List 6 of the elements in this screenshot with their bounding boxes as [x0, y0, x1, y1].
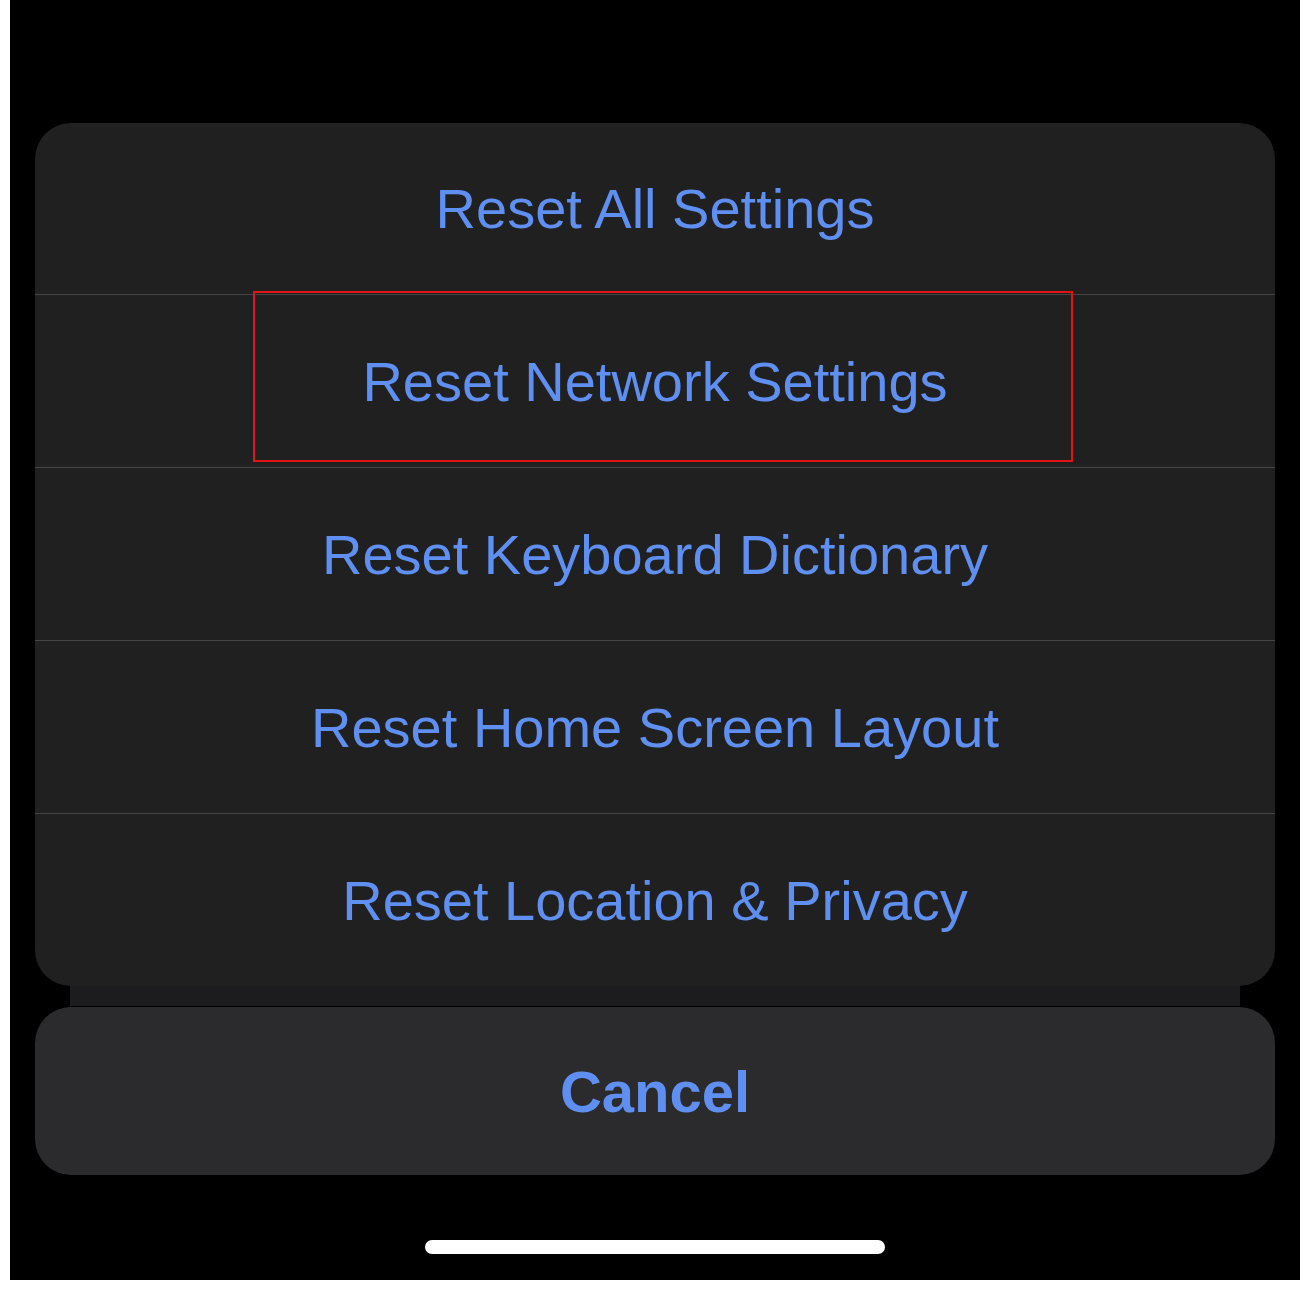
reset-option[interactable]: Reset Location & Privacy: [35, 814, 1275, 986]
cancel-button[interactable]: Cancel: [35, 1007, 1275, 1175]
reset-option[interactable]: Reset Home Screen Layout: [35, 641, 1275, 813]
reset-option[interactable]: Reset Network Settings: [35, 295, 1275, 467]
reset-option[interactable]: Reset All Settings: [35, 123, 1275, 294]
reset-option[interactable]: Reset Keyboard Dictionary: [35, 468, 1275, 640]
